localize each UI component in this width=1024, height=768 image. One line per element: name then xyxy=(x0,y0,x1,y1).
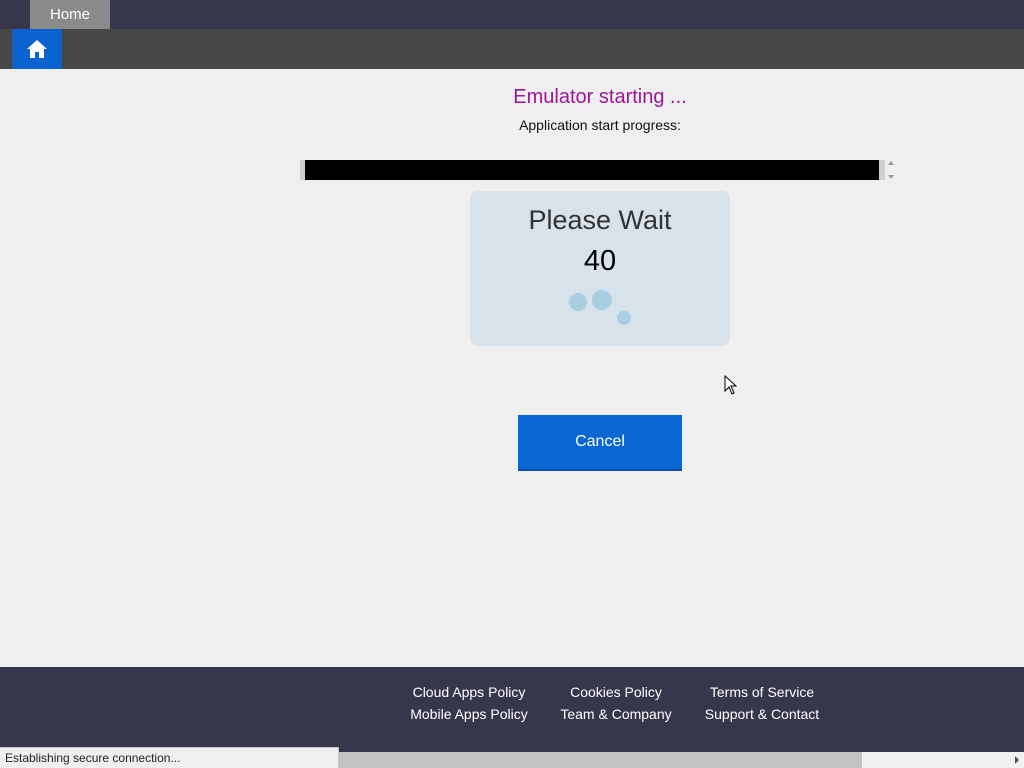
progress-bar-fill xyxy=(305,160,879,180)
tab-home[interactable]: Home xyxy=(30,0,110,29)
arrow-down-icon xyxy=(888,175,894,179)
footer-link-mobile-apps-policy[interactable]: Mobile Apps Policy xyxy=(389,706,549,722)
page-title: Emulator starting ... xyxy=(513,86,687,108)
home-button[interactable] xyxy=(12,29,62,69)
scrollbar-thumb[interactable] xyxy=(339,752,862,768)
footer-link-terms-of-service[interactable]: Terms of Service xyxy=(682,684,842,700)
progress-spinner-arrows xyxy=(886,161,896,179)
cancel-button[interactable]: Cancel xyxy=(518,415,682,471)
loading-dot xyxy=(592,290,612,310)
mouse-cursor-icon xyxy=(724,375,738,395)
browser-status-bar: Establishing secure connection... xyxy=(0,747,339,768)
wait-title: Please Wait xyxy=(528,205,672,235)
progress-bar xyxy=(300,160,885,180)
footer-link-cloud-apps-policy[interactable]: Cloud Apps Policy xyxy=(389,684,549,700)
top-nav-bar xyxy=(0,0,1024,29)
wait-panel: Please Wait 40 xyxy=(470,191,730,346)
toolbar xyxy=(0,29,1024,69)
footer-link-cookies-policy[interactable]: Cookies Policy xyxy=(536,684,696,700)
countdown-value: 40 xyxy=(583,245,617,277)
scroll-right-arrow-icon[interactable] xyxy=(1015,756,1019,764)
loading-dot xyxy=(569,293,587,311)
horizontal-scrollbar[interactable] xyxy=(339,752,1024,768)
arrow-up-icon xyxy=(888,161,894,165)
progress-label: Application start progress: xyxy=(519,117,681,133)
loading-dot xyxy=(617,311,631,325)
home-icon xyxy=(27,40,47,58)
footer-link-support-contact[interactable]: Support & Contact xyxy=(682,706,842,722)
footer-link-team-company[interactable]: Team & Company xyxy=(536,706,696,722)
